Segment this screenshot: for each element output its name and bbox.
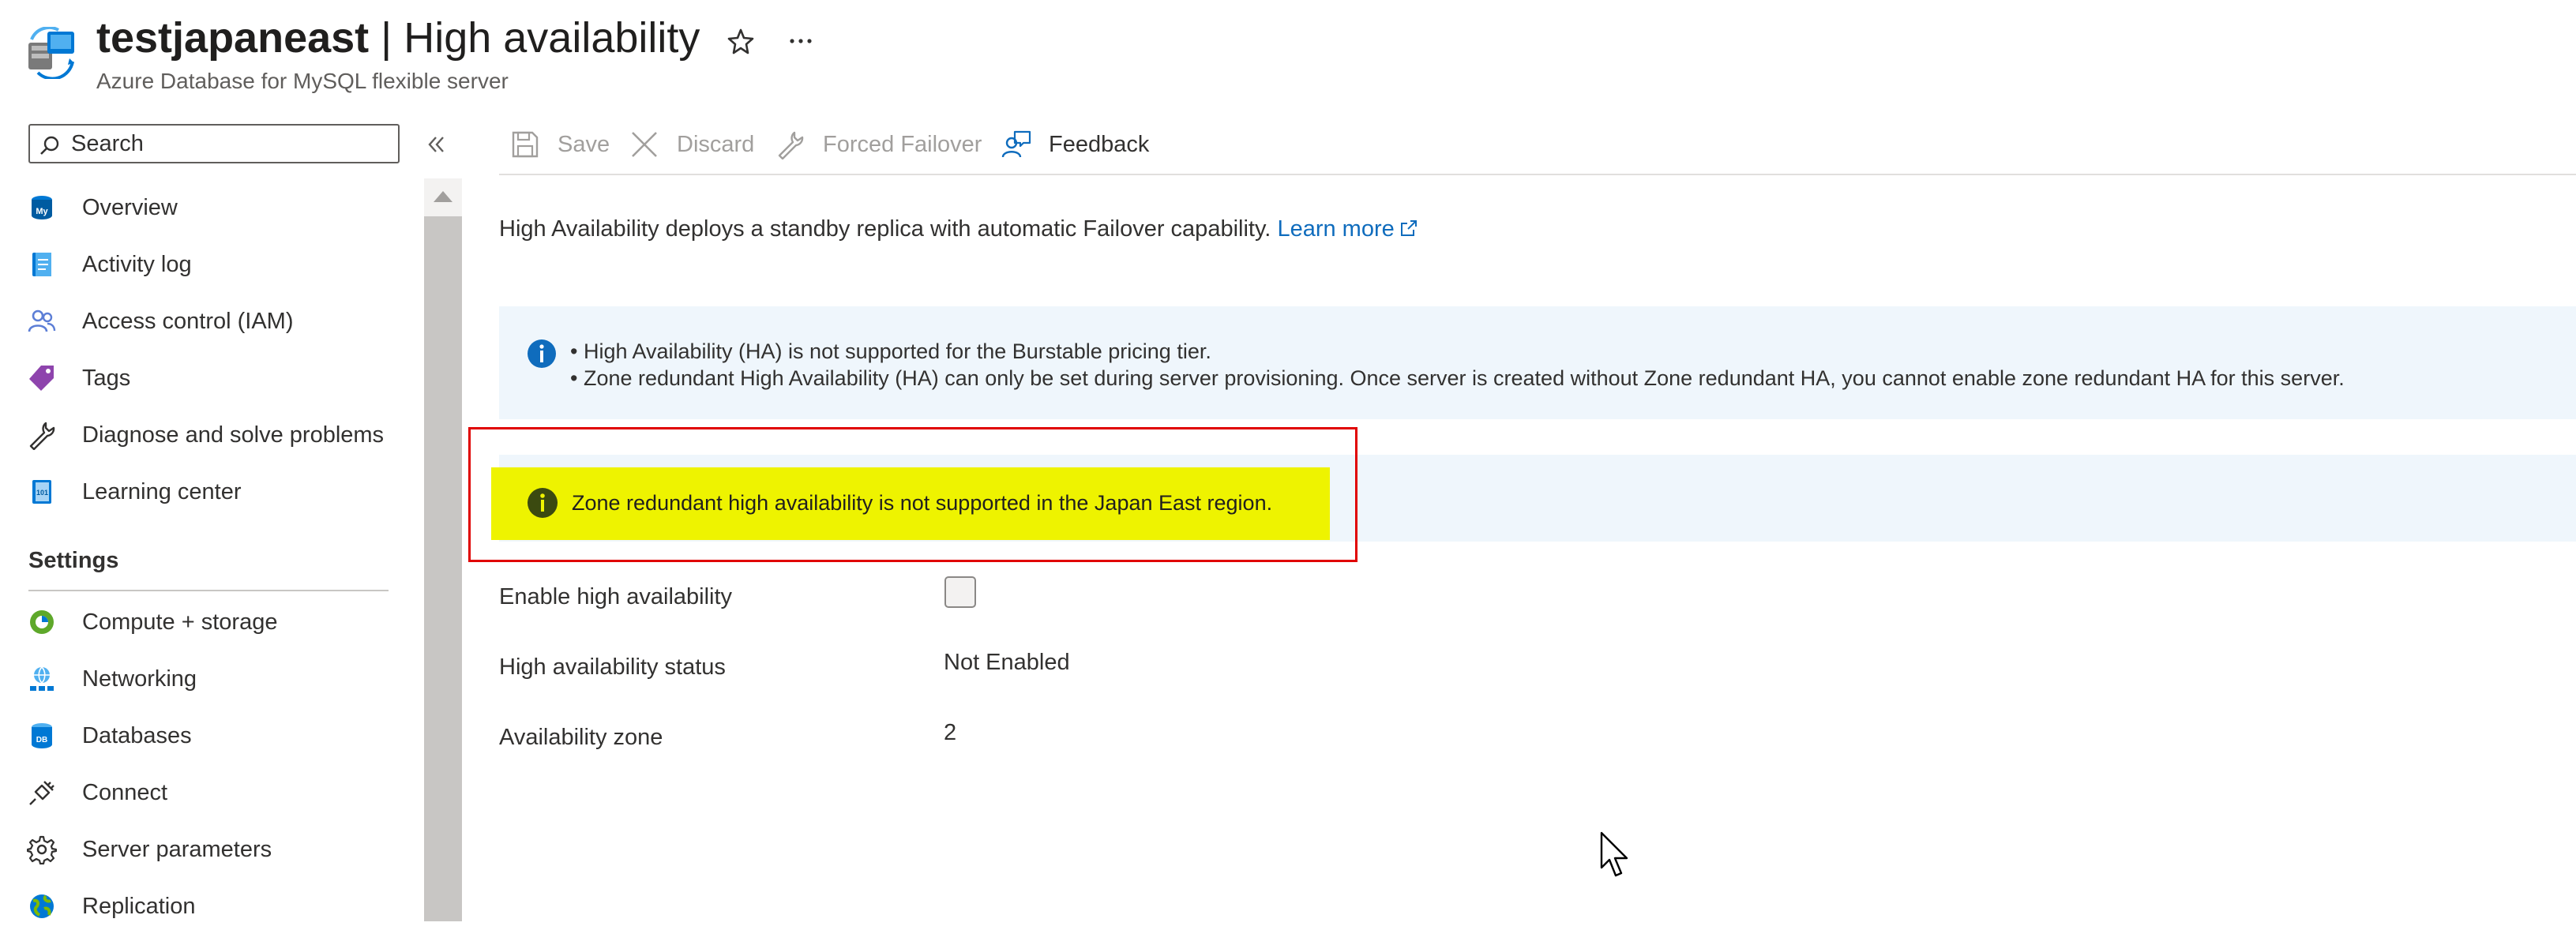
svg-text:DB: DB — [36, 736, 47, 744]
star-icon[interactable] — [725, 25, 757, 57]
search-icon — [39, 135, 60, 156]
mysql-icon: My — [27, 193, 57, 223]
ha-description: High Availability deploys a standby repl… — [499, 213, 1418, 245]
compute-storage-icon — [27, 607, 57, 637]
availability-zone-value: 2 — [944, 720, 957, 745]
page-subtitle: Azure Database for MySQL flexible server — [96, 69, 509, 93]
sidebar-item-label: Access control (IAM) — [82, 308, 294, 334]
sidebar-item-server-parameters[interactable]: Server parameters — [19, 826, 390, 873]
settings-section-header: Settings — [28, 548, 119, 573]
sidebar-item-compute-storage[interactable]: Compute + storage — [19, 598, 390, 646]
info-line: • High Availability (HA) is not supporte… — [570, 339, 1211, 363]
save-button[interactable]: Save — [510, 123, 610, 166]
external-link-icon — [1399, 219, 1418, 238]
sidebar-item-label: Server parameters — [82, 836, 272, 862]
ha-status-value: Not Enabled — [944, 650, 1070, 675]
sidebar-scrollbar[interactable] — [424, 178, 462, 921]
annotation-frame — [468, 427, 1357, 562]
scroll-up-arrow-icon — [434, 191, 452, 202]
page-title: testjapaneast | High availability — [96, 14, 700, 62]
feedback-label: Feedback — [1049, 131, 1150, 157]
enable-ha-checkbox[interactable] — [944, 576, 976, 608]
activity-log-icon — [27, 249, 57, 279]
mouse-cursor-icon — [1600, 831, 1632, 880]
discard-label: Discard — [677, 131, 755, 157]
collapse-sidebar-icon[interactable] — [423, 132, 449, 157]
svg-text:My: My — [36, 207, 48, 216]
sidebar-item-label: Compute + storage — [82, 609, 278, 635]
svg-text:101: 101 — [36, 489, 48, 497]
forced-failover-button[interactable]: Forced Failover — [775, 123, 982, 166]
mysql-server-icon — [27, 27, 79, 79]
plug-icon — [27, 778, 57, 808]
feedback-icon — [1001, 129, 1031, 159]
search-input[interactable] — [71, 130, 387, 157]
info-banner: • High Availability (HA) is not supporte… — [499, 306, 2576, 419]
sidebar-item-diagnose[interactable]: Diagnose and solve problems — [19, 411, 390, 459]
networking-icon — [27, 664, 57, 694]
sidebar-item-label: Learning center — [82, 478, 242, 504]
toolbar-divider — [499, 174, 2576, 175]
database-icon: DB — [27, 721, 57, 751]
wrench-icon — [775, 129, 805, 159]
description-text: High Availability deploys a standby repl… — [499, 216, 1271, 242]
more-options-icon[interactable] — [785, 25, 817, 57]
sidebar-item-connect[interactable]: Connect — [19, 769, 390, 816]
info-icon — [526, 338, 558, 369]
people-icon — [27, 306, 57, 336]
divider — [28, 590, 389, 591]
info-line: • Zone redundant High Availability (HA) … — [570, 366, 2345, 390]
globe-icon — [27, 891, 57, 921]
sidebar-item-networking[interactable]: Networking — [19, 655, 390, 703]
ha-status-label: High availability status — [499, 654, 726, 680]
sidebar-item-label: Activity log — [82, 251, 192, 277]
enable-ha-label: Enable high availability — [499, 584, 733, 609]
close-icon — [629, 129, 659, 159]
availability-zone-label: Availability zone — [499, 725, 663, 750]
discard-button[interactable]: Discard — [629, 123, 754, 166]
tag-icon — [27, 363, 57, 393]
sidebar-item-label: Connect — [82, 779, 168, 805]
sidebar-item-label: Databases — [82, 722, 192, 748]
sidebar-item-access-control[interactable]: Access control (IAM) — [19, 298, 390, 345]
feedback-button[interactable]: Feedback — [1001, 123, 1149, 166]
sidebar-item-label: Tags — [82, 365, 131, 391]
search-box[interactable] — [28, 124, 400, 163]
sidebar-item-tags[interactable]: Tags — [19, 354, 390, 402]
forced-failover-label: Forced Failover — [823, 131, 982, 157]
sidebar-item-label: Diagnose and solve problems — [82, 422, 385, 448]
sidebar-item-overview[interactable]: My Overview — [19, 184, 390, 231]
learn-more-link[interactable]: Learn more — [1277, 216, 1418, 242]
sidebar-item-databases[interactable]: DB Databases — [19, 712, 390, 759]
gear-icon — [27, 834, 57, 864]
scroll-up-button[interactable] — [424, 178, 462, 216]
save-icon — [510, 129, 540, 159]
sidebar-item-replication[interactable]: Replication — [19, 883, 390, 930]
sidebar-item-learning-center[interactable]: 101 Learning center — [19, 468, 390, 516]
sidebar-item-label: Networking — [82, 666, 197, 692]
sidebar-item-label: Overview — [82, 194, 178, 220]
sidebar-item-label: Replication — [82, 893, 196, 919]
book-icon: 101 — [27, 477, 57, 507]
wrench-icon — [27, 420, 57, 450]
sidebar-item-activity-log[interactable]: Activity log — [19, 241, 390, 288]
save-label: Save — [558, 131, 610, 157]
